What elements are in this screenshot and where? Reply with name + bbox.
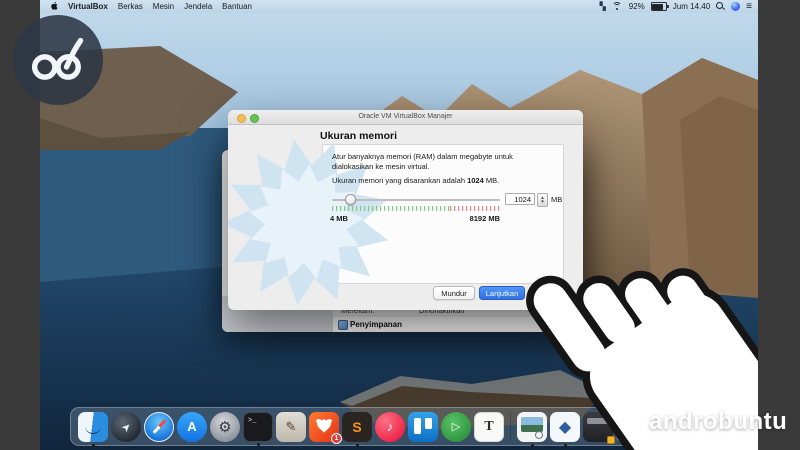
wifi-icon[interactable] <box>611 2 623 11</box>
apple-menu-icon[interactable] <box>50 1 58 13</box>
brave-notification-badge: 1 <box>331 432 342 444</box>
dialog-title: Oracle VM VirtualBox Manajer <box>358 113 453 120</box>
memory-stepper[interactable]: ▲ ▼ <box>537 193 548 207</box>
recommended-value: 1024 <box>467 176 484 185</box>
memory-size-dialog: Oracle VM VirtualBox Manajer Ukuran memo… <box>228 110 583 310</box>
menu-bar: VirtualBox Berkas Mesin Jendela Bantuan … <box>40 0 758 13</box>
menu-item-virtualbox[interactable]: VirtualBox <box>68 2 108 11</box>
dock-gimp-icon[interactable]: ✎ <box>276 411 306 442</box>
running-indicator-dot <box>564 444 567 447</box>
dock-brave-icon[interactable]: 1 <box>309 411 342 444</box>
storage-section-label: Penyimpanan <box>350 320 403 329</box>
running-indicator-dot <box>531 444 534 447</box>
screenshot-stage: VirtualBox Berkas Mesin Jendela Bantuan … <box>0 0 800 450</box>
slider-min-label: 4 MB <box>330 214 348 223</box>
memory-unit-label: MB <box>551 195 563 204</box>
control-center-icon[interactable]: ≡ <box>746 1 752 12</box>
ab-loops-icon <box>31 37 84 80</box>
slider-max-label: 8192 MB <box>469 214 500 223</box>
memory-slider-track[interactable] <box>332 199 500 201</box>
dropbox-icon[interactable]: ▚ <box>600 2 606 11</box>
menu-item-berkas[interactable]: Berkas <box>118 2 143 11</box>
storage-disk-icon <box>338 320 348 330</box>
androbuntu-logo-badge <box>13 15 103 105</box>
dock-text-editor-icon[interactable]: T <box>474 411 504 442</box>
dock-separator <box>510 411 511 442</box>
dock-sublime-text-icon[interactable]: S <box>342 411 372 447</box>
stepper-down-icon[interactable]: ▼ <box>540 199 544 204</box>
siri-icon[interactable] <box>731 2 741 11</box>
back-button[interactable]: Mundur <box>433 286 475 300</box>
menu-item-mesin[interactable]: Mesin <box>153 2 174 11</box>
dock-app-store-icon[interactable]: A <box>177 411 207 442</box>
androbuntu-watermark-text: androbuntu <box>649 408 788 435</box>
dock-green-media-app-icon[interactable]: ▷ <box>441 411 471 442</box>
running-indicator-dot <box>356 444 359 447</box>
dock-launchpad-icon[interactable]: ➤ <box>111 411 141 442</box>
running-indicator-dot <box>92 444 95 447</box>
dock-terminal-icon[interactable]: >_ <box>243 411 273 446</box>
search-icon[interactable] <box>716 2 725 11</box>
dock-trello-icon[interactable] <box>408 411 438 442</box>
running-indicator-dot <box>257 443 260 446</box>
dialog-titlebar[interactable]: Oracle VM VirtualBox Manajer <box>228 110 583 125</box>
mac-screen: VirtualBox Berkas Mesin Jendela Bantuan … <box>40 0 758 450</box>
battery-icon <box>650 2 669 11</box>
menu-clock[interactable]: Jum 14.40 <box>673 2 710 11</box>
dock-music-icon[interactable]: ♪ <box>375 411 405 442</box>
battery-percent-label: 92% <box>628 2 645 11</box>
memory-slider-handle[interactable] <box>345 194 356 205</box>
memory-description-text: Atur banyaknya memori (RAM) dalam megaby… <box>332 152 513 171</box>
memory-value-input[interactable]: 1024 <box>505 193 535 205</box>
slider-tick-marks <box>332 206 500 211</box>
dock-system-preferences-icon[interactable]: ⚙ <box>210 411 240 442</box>
dialog-heading: Ukuran memori <box>320 130 398 142</box>
dock-preview-icon[interactable] <box>517 411 547 447</box>
dock-safari-icon[interactable] <box>144 411 174 442</box>
memory-recommendation-text: Ukuran memori yang disarankan adalah 102… <box>332 176 500 185</box>
menu-item-bantuan[interactable]: Bantuan <box>222 2 252 11</box>
menu-item-jendela[interactable]: Jendela <box>184 2 212 11</box>
